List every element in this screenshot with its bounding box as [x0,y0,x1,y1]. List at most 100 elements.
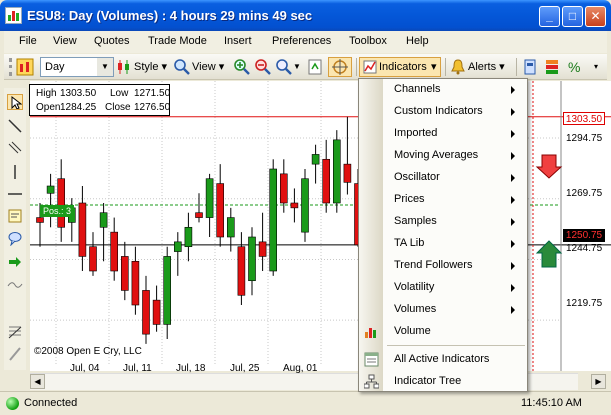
interval-value: Day [45,61,65,73]
zoom-options-icon[interactable] [276,58,294,76]
menu-item-volume[interactable]: Volume [359,321,527,343]
fibonacci-icon[interactable] [7,324,23,340]
horizontal-line-icon[interactable] [7,186,23,202]
submenu-arrow-icon [511,108,515,116]
indicators-button[interactable]: Indicators ▾ [359,57,441,77]
candle-body [184,226,193,248]
submenu-arrow-icon [511,130,515,138]
menu-insert[interactable]: Insert [224,35,252,47]
high-label: High [36,88,57,99]
menu-file[interactable]: File [19,35,37,47]
interval-icon[interactable] [16,58,34,76]
candle-body [332,139,341,204]
style-button[interactable]: Style ▾ [134,58,167,76]
menu-item-oscillator[interactable]: Oscillator [359,167,527,189]
candle-body [301,178,309,233]
menu-item-all-active-indicators[interactable]: All Active Indicators [359,349,527,371]
candle-body [142,290,150,335]
menu-help[interactable]: Help [406,35,429,47]
crosshair-icon [332,59,348,75]
candle-body [195,212,203,218]
menu-toolbox[interactable]: Toolbox [349,35,387,47]
zoom-dropdown-chevron[interactable]: ▼ [293,58,301,76]
pencil-icon[interactable] [7,346,23,362]
candle-body [121,256,129,291]
main-toolbar: Day ▼ Style ▾ View ▾ ▼ Indicators ▾ Aler… [4,54,607,80]
percent-scale-icon[interactable]: % [567,58,585,76]
menu-trade-mode[interactable]: Trade Mode [148,35,207,47]
app-icon [5,7,22,24]
menu-item-channels[interactable]: Channels [359,79,527,101]
candle-body [131,260,140,306]
view-button[interactable]: View ▾ [192,58,224,76]
submenu-arrow-icon [511,86,515,94]
menu-quotes[interactable]: Quotes [94,35,129,47]
candle-body [163,256,171,325]
scroll-right-button[interactable]: ▶ [591,374,606,389]
alerts-button[interactable]: Alerts ▾ [468,58,505,76]
menu-item-prices[interactable]: Prices [359,189,527,211]
color-scheme-icon[interactable] [544,58,562,76]
menu-item-indicator-tree[interactable]: Indicator Tree [359,371,527,393]
menu-item-moving-averages[interactable]: Moving Averages [359,145,527,167]
submenu-arrow-icon [511,174,515,182]
menu-item-volumes[interactable]: Volumes [359,299,527,321]
toolbar-overflow-chevron[interactable]: ▾ [594,58,598,76]
candle-body [89,246,97,272]
menu-item-volatility[interactable]: Volatility [359,277,527,299]
open-value: 1284.25 [60,102,97,113]
high-value: 1303.50 [60,88,97,99]
arrow-right-icon[interactable] [7,254,23,270]
callout-icon[interactable] [7,230,23,246]
ohlc-box: High 1303.50 Low 1271.50 Open 1284.25 Cl… [29,84,170,116]
toolbar-separator [445,58,446,76]
wave-icon[interactable] [7,276,23,292]
menu-item-samples[interactable]: Samples [359,211,527,233]
candle-body [36,217,44,223]
low-label: Low [110,88,129,99]
high-price-badge: 1303.50 [563,112,605,125]
low-value: 1271.50 [134,88,171,99]
close-button[interactable]: ✕ [585,6,606,27]
note-icon[interactable] [7,208,23,224]
toolbar-grip[interactable] [9,58,12,76]
close-label: Close [105,102,131,113]
menu-item-ta-lib[interactable]: TA Lib [359,233,527,255]
menu-item-trend-followers[interactable]: Trend Followers [359,255,527,277]
menu-item-imported[interactable]: Imported [359,123,527,145]
toolbar-separator [356,58,357,76]
candle-body [237,246,246,296]
candle-body [46,185,55,194]
status-bar: Connected 11:45:10 AM [0,391,611,415]
svg-text:%: % [568,59,580,75]
menu-preferences[interactable]: Preferences [272,35,331,47]
toolbar-separator [516,58,517,76]
parallel-lines-icon[interactable] [7,140,23,156]
chevron-down-icon[interactable]: ▼ [97,58,113,76]
cursor-mode-button[interactable] [328,57,352,77]
y-tick-label: 1244.75 [566,243,603,254]
scroll-left-button[interactable]: ◀ [30,374,45,389]
candle-body [258,241,267,257]
zoom-out-icon[interactable] [255,58,273,76]
maximize-button[interactable]: □ [562,6,583,27]
vertical-line-icon[interactable] [7,164,23,180]
submenu-arrow-icon [511,240,515,248]
indicators-menu: Channels Custom Indicators Imported Movi… [358,78,528,392]
menu-item-custom-indicators[interactable]: Custom Indicators [359,101,527,123]
minimize-button[interactable]: _ [539,6,560,27]
y-tick-label: 1269.75 [566,188,603,199]
trend-line-icon[interactable] [7,118,23,134]
position-badge: Pos.: 3 [40,205,75,217]
interval-select[interactable]: Day ▼ [40,57,114,77]
candle-body [110,231,118,272]
candle-body [216,183,224,238]
pointer-arrow-icon[interactable] [7,94,23,110]
menu-separator [387,345,525,346]
menu-view[interactable]: View [53,35,77,47]
candle-body [174,241,182,252]
zoom-in-icon[interactable] [234,58,252,76]
refresh-chart-icon[interactable] [307,58,325,76]
candle-body [269,168,277,272]
trade-icon[interactable] [522,58,540,76]
